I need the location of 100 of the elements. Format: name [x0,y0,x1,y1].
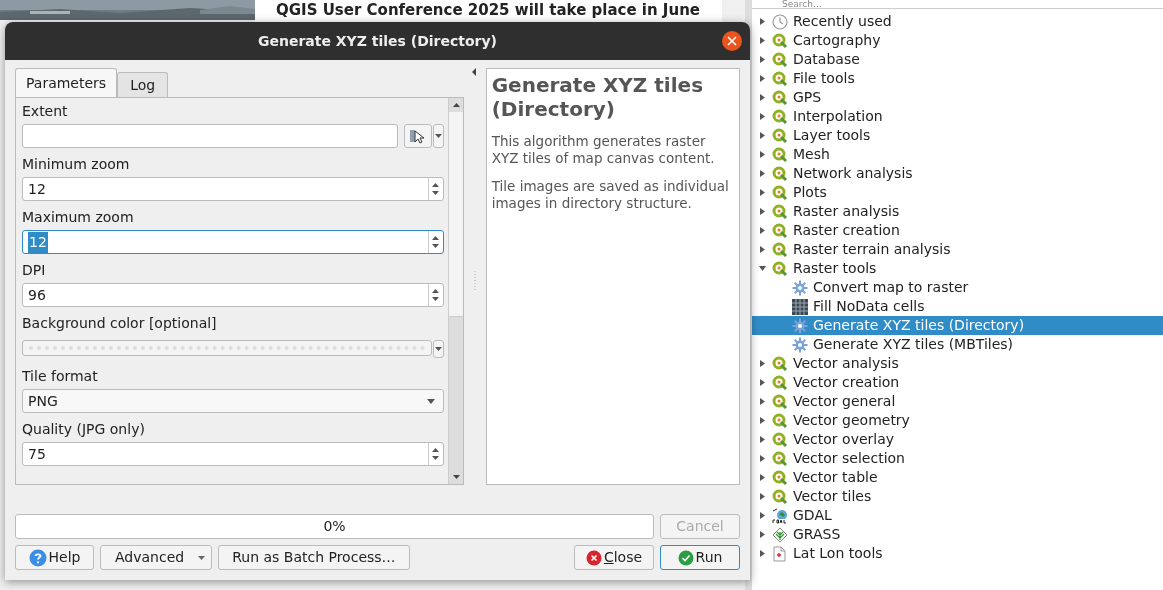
batch-button[interactable]: Run as Batch Process… [218,545,410,570]
tree-item[interactable]: Vector analysis [752,354,1163,373]
q-logo-icon [772,203,788,220]
tree-item[interactable]: Cartography [752,31,1163,50]
tree-item[interactable]: Vector creation [752,373,1163,392]
progress-text: 0% [322,517,347,536]
map-select-button[interactable] [403,124,432,148]
close-icon [727,36,737,46]
tree-item[interactable]: Recently used [752,12,1163,31]
spin-box[interactable]: 75 [22,442,444,466]
field-label: Minimum zoom [22,155,131,174]
q-logo-icon [772,393,788,410]
tree-item[interactable]: Vector tiles [752,487,1163,506]
description-title: Generate XYZ tiles (Directory) [491,73,705,121]
tab[interactable]: Parameters [15,68,118,97]
tree-item[interactable]: Database [752,50,1163,69]
tree-item[interactable]: Vector general [752,392,1163,411]
check-icon [677,549,694,566]
tree-item[interactable]: Convert map to raster [752,278,1163,297]
pointer-icon [408,128,427,144]
splitter-handle-icon [473,271,476,291]
tab[interactable]: Log [117,72,169,97]
dropdown[interactable]: PNG [22,389,444,413]
q-logo-icon [772,260,788,277]
dropdown-button[interactable] [432,340,444,358]
tree-item[interactable]: Raster tools [752,259,1163,278]
scrollbar[interactable] [447,98,463,484]
description-text: This algorithm generates raster XYZ tiles of map canvas content. [491,133,716,167]
help-button[interactable]: Help [15,545,94,570]
caret-icon [434,347,442,351]
tree-item[interactable]: Lat Lon tools [752,544,1163,563]
collapse-arrow-icon [472,68,478,76]
grid-icon [792,298,808,315]
advanced-button[interactable]: Advanced [100,545,213,570]
description-text: Tile images are saved as individual images in directory structure. [491,178,730,212]
q-logo-icon [772,70,788,87]
q-logo-icon [772,450,788,467]
caret-icon [434,134,442,138]
tree-item[interactable]: File tools [752,69,1163,88]
tree-item[interactable]: Raster analysis [752,202,1163,221]
document-icon [772,545,788,562]
tree-item[interactable]: Vector geometry [752,411,1163,430]
tree-item[interactable]: Plots [752,183,1163,202]
field-label: Background color [optional] [22,314,218,333]
tree-item[interactable]: GPS [752,88,1163,107]
field-label: Tile format [22,367,99,386]
spin-box[interactable]: 12 [22,177,444,201]
q-logo-icon [772,146,788,163]
spin-box[interactable]: 96 [22,283,444,307]
q-logo-icon [772,165,788,182]
spin-box[interactable]: 12 [22,230,444,254]
q-logo-icon [772,374,788,391]
q-logo-icon [772,127,788,144]
q-logo-icon [772,108,788,125]
gear-icon [792,279,808,296]
tree-item[interactable]: Vector overlay [752,430,1163,449]
field-label: DPI [22,261,47,280]
tree-item[interactable]: GDAL [752,506,1163,525]
input-field[interactable] [22,124,398,148]
q-logo-icon [772,184,788,201]
spin-arrows-icon [431,181,441,197]
gear-icon [792,336,808,353]
close-button[interactable]: Close [574,545,654,570]
tree-item[interactable]: Vector selection [752,449,1163,468]
leaf-icon [772,526,788,543]
tree-item[interactable]: Vector table [752,468,1163,487]
run-button[interactable]: Run [660,545,740,570]
caret-icon [198,555,206,560]
tree-item[interactable]: GRASS [752,525,1163,544]
tree-item[interactable]: Layer tools [752,126,1163,145]
color-button[interactable] [22,340,432,356]
close-icon [585,549,602,566]
window-title: Generate XYZ tiles (Directory) [257,31,498,51]
tree-item[interactable]: Interpolation [752,107,1163,126]
spin-arrows-icon [431,287,441,303]
q-logo-icon [772,488,788,505]
spin-arrows-icon [431,446,441,462]
tree-item[interactable]: Mesh [752,145,1163,164]
globe-icon [772,507,788,524]
collapse-arrow-icon [757,264,767,273]
tree-item[interactable]: Raster terrain analysis [752,240,1163,259]
q-logo-icon [772,469,788,486]
field-label: Maximum zoom [22,208,135,227]
tree-item[interactable]: Network analysis [752,164,1163,183]
tree-item[interactable]: Generate XYZ tiles (Directory) [752,316,1163,335]
tree-item[interactable]: Fill NoData cells [752,297,1163,316]
clock-icon [772,13,788,30]
help-icon [28,548,47,567]
tree-item[interactable]: Raster creation [752,221,1163,240]
q-logo-icon [772,355,788,372]
search-field[interactable]: Search… [752,0,1163,9]
q-logo-icon [772,412,788,429]
q-logo-icon [772,32,788,49]
q-logo-icon [772,89,788,106]
dropdown-button[interactable] [432,124,444,148]
close-button[interactable] [722,31,742,51]
q-logo-icon [772,222,788,239]
q-logo-icon [772,241,788,258]
gear-icon [792,317,808,334]
tree-item[interactable]: Generate XYZ tiles (MBTiles) [752,335,1163,354]
